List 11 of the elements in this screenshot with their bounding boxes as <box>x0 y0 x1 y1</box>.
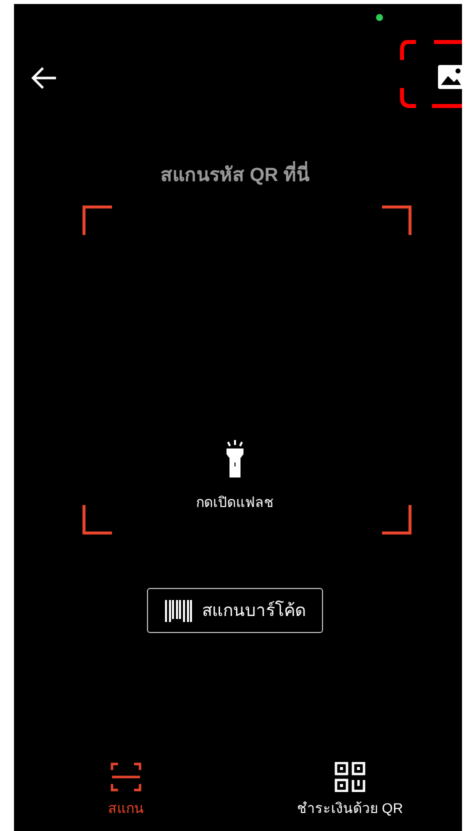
tab[interactable]: สแกน <box>14 762 238 819</box>
flash-label: กดเปิดแฟลช <box>196 493 274 512</box>
gallery-icon[interactable] <box>438 65 464 89</box>
barcode-icon <box>164 598 194 622</box>
scan-title: สแกนรหัส QR ที่นี่ <box>0 162 470 190</box>
highlight-frame <box>398 40 462 110</box>
scan-icon <box>110 762 142 792</box>
qr-code-icon <box>334 762 366 792</box>
barcode-button[interactable]: สแกนบาร์โค้ด <box>147 588 323 633</box>
flashlight-icon[interactable] <box>225 440 245 478</box>
tab[interactable]: ชำระเงินด้วย QR <box>238 762 462 819</box>
